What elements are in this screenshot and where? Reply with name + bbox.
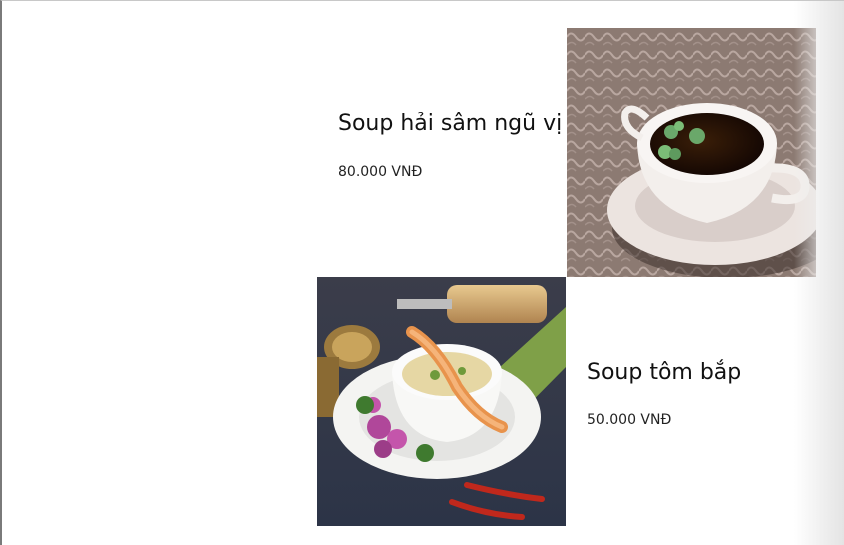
dish-name: Soup tôm bắp (587, 360, 742, 385)
sea-cucumber-soup-photo[interactable] (567, 28, 816, 277)
page-frame: Soup hải sâm ngũ vị 80.000 VNĐ Soup tôm … (0, 0, 844, 545)
shrimp-corn-soup-photo[interactable] (317, 277, 566, 526)
dish-price: 80.000 VNĐ (338, 164, 423, 180)
page-edge-shadow (794, 1, 844, 545)
dish-name: Soup hải sâm ngũ vị (338, 111, 563, 136)
dish-price: 50.000 VNĐ (587, 412, 672, 428)
